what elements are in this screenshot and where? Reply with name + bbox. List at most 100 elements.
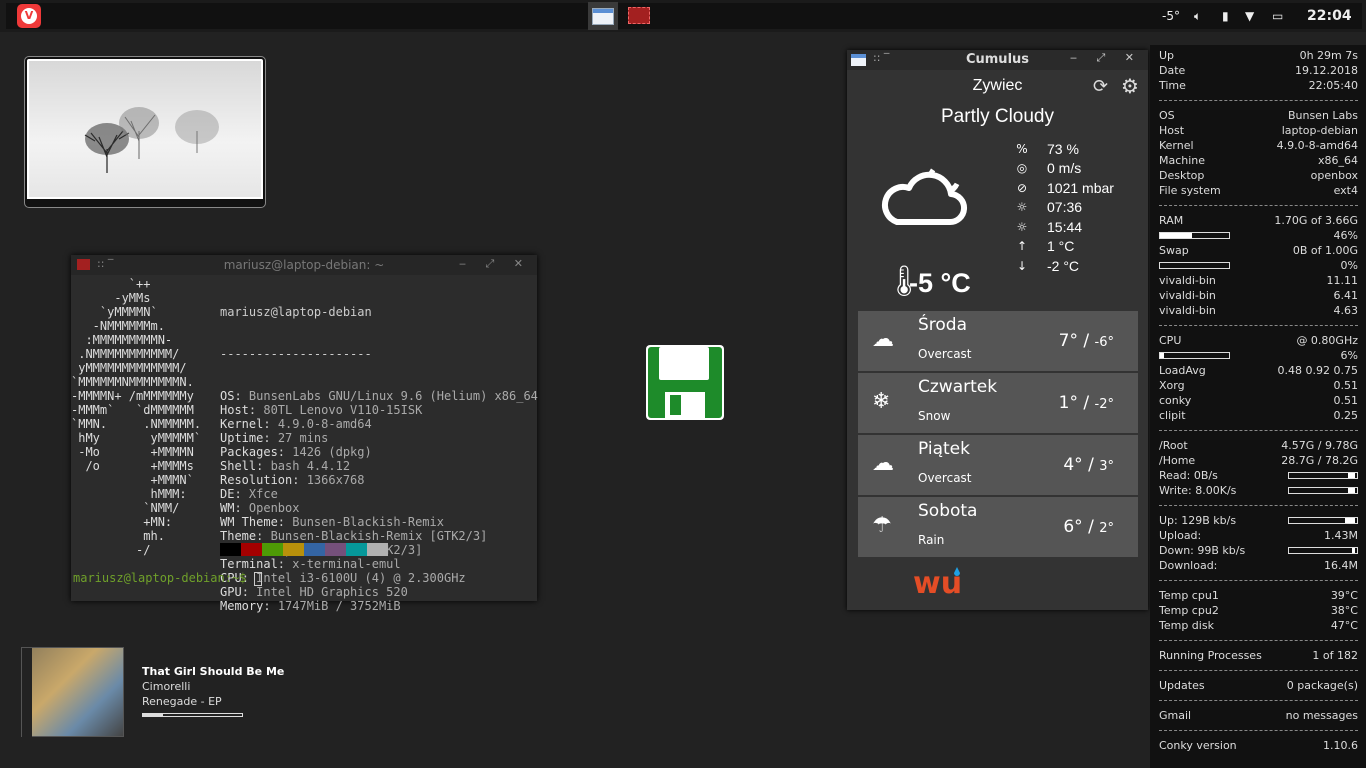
window-controls[interactable]: ‒ ⤢ ✕ [459, 257, 531, 271]
divider-dashes: --------------------- [220, 347, 372, 361]
forecast-high: 6° [1063, 517, 1083, 537]
conky-row: Updates 0 package(s) [1159, 678, 1358, 693]
window-controls[interactable]: ‒ ⤢ ✕ [1070, 51, 1142, 65]
refresh-icon[interactable]: ⟳ [1093, 76, 1108, 97]
info-value: bash 4.4.12 [270, 459, 351, 473]
conky-label: Up: 129B kb/s [1159, 514, 1237, 527]
volume-icon[interactable]: 🔈︎ [1194, 3, 1201, 29]
conky-value: 4.9.0-8-amd64 [1276, 139, 1358, 152]
conky-label: Temp cpu2 [1159, 604, 1219, 617]
task-cumulus-window[interactable] [588, 2, 618, 30]
conky-row: Gmail no messages [1159, 708, 1358, 723]
info-line: OS: BunsenLabs GNU/Linux 9.6 (Helium) x8… [220, 389, 538, 403]
info-line: Memory: 1747MiB / 3752MiB [220, 599, 401, 613]
terminal-window[interactable]: :: ‾ mariusz@laptop-debian: ~ ‒ ⤢ ✕ `++ … [71, 255, 538, 613]
conky-value: laptop-debian [1281, 124, 1358, 137]
info-value: Intel HD Graphics 520 [256, 585, 408, 599]
terminal-titlebar[interactable]: :: ‾ mariusz@laptop-debian: ~ ‒ ⤢ ✕ [71, 255, 537, 275]
info-line: Uptime: 27 mins [220, 431, 329, 445]
forecast-condition: Overcast [918, 471, 972, 485]
track-progress-bar[interactable] [142, 713, 243, 717]
conky-label: Gmail [1159, 709, 1192, 722]
conky-value: 46% [1333, 229, 1358, 242]
cumulus-weather-window[interactable]: :: ‾ Cumulus ‒ ⤢ ✕ Zywiec ⟳ ⚙ Partly Clo… [847, 50, 1148, 610]
conky-row: 0% [1159, 258, 1358, 273]
conky-value: 0.25 [1333, 409, 1359, 422]
conky-row: Up: 129B kb/s [1159, 513, 1358, 528]
conky-separator [1159, 640, 1358, 641]
conky-label: /Root [1159, 439, 1188, 452]
conky-separator [1159, 205, 1358, 206]
cumulus-titlebar[interactable]: :: ‾ Cumulus ‒ ⤢ ✕ [847, 50, 1148, 70]
floppy-save-icon[interactable] [645, 344, 725, 421]
current-condition: Partly Cloudy [941, 106, 1054, 127]
conky-value: 11.11 [1326, 274, 1359, 287]
conky-value: 16.4M [1324, 559, 1358, 572]
battery-icon[interactable]: ▮ [1222, 3, 1229, 29]
tray-temperature[interactable]: -5° [1162, 3, 1180, 29]
clipboard-icon[interactable]: ▭ [1272, 3, 1283, 29]
conky-value: 4.57G / 9.78G [1281, 439, 1358, 452]
wind-icon: ◎ [1016, 161, 1028, 175]
color-swatch [367, 543, 388, 556]
conky-row: clipit 0.25 [1159, 408, 1358, 423]
album-cover[interactable] [21, 647, 124, 738]
conky-row: Write: 8.00K/s [1159, 483, 1358, 498]
conky-value: 1.70G of 3.66G [1274, 214, 1358, 227]
conky-label: Temp disk [1159, 619, 1214, 632]
conky-row: RAM 1.70G of 3.66G [1159, 213, 1358, 228]
shell-prompt[interactable]: mariusz@laptop-debian:~$ [73, 571, 262, 586]
forecast-day-card[interactable]: ☁ Środa Overcast 7° / -6° [858, 311, 1138, 371]
conky-row: Temp cpu2 38°C [1159, 603, 1358, 618]
conky-label: Machine [1159, 154, 1206, 167]
info-key: Resolution [220, 473, 293, 487]
forecast-day-card[interactable]: ☁ Piątek Overcast 4° / 3° [858, 435, 1138, 495]
info-value: x-terminal-emul [292, 557, 401, 571]
conky-row: LoadAvg 0.48 0.92 0.75 [1159, 363, 1358, 378]
conky-label: CPU [1159, 334, 1182, 347]
info-value: BunsenLabs GNU/Linux 9.6 (Helium) x86_64 [248, 389, 538, 403]
conky-row: Temp cpu1 39°C [1159, 588, 1358, 603]
conky-row: vivaldi-bin 6.41 [1159, 288, 1358, 303]
conky-row: 46% [1159, 228, 1358, 243]
conky-value: 1 of 182 [1312, 649, 1358, 662]
conky-label: vivaldi-bin [1159, 289, 1216, 302]
conky-separator [1159, 100, 1358, 101]
conky-label: Upload: [1159, 529, 1202, 542]
weather-detail-value: 73 % [1047, 141, 1079, 157]
info-value: Bunsen-Blackish-Remix [292, 515, 444, 529]
info-key: WM [220, 501, 235, 515]
current-temperature: -5 °C [909, 268, 971, 298]
color-swatch [220, 543, 241, 556]
snow-cloud-icon: ❄ [872, 389, 891, 414]
forecast-day-card[interactable]: ☂ Sobota Rain 6° / 2° [858, 497, 1138, 557]
conky-value: Bunsen Labs [1287, 109, 1358, 122]
conky-value: 6% [1340, 349, 1358, 362]
forecast-low: -2° [1094, 397, 1114, 412]
color-swatch [304, 543, 325, 556]
clock[interactable]: 22:04 [1307, 3, 1352, 29]
task-terminal-window[interactable] [628, 7, 650, 24]
info-key: Shell [220, 459, 257, 473]
color-swatch [325, 543, 346, 556]
info-value: Xfce [248, 487, 278, 501]
forecast-day-card[interactable]: ❄ Czwartek Snow 1° / -2° [858, 373, 1138, 433]
wifi-icon[interactable]: ▼ [1245, 3, 1254, 29]
humidity-icon: % [1016, 142, 1028, 156]
forecast-low: 2° [1099, 521, 1114, 536]
settings-gear-icon[interactable]: ⚙ [1121, 74, 1139, 98]
conky-value: 22:05:40 [1308, 79, 1358, 92]
conky-row: Temp disk 47°C [1159, 618, 1358, 633]
cloud-icon: ☁ [872, 327, 894, 352]
info-value: 4.9.0-8-amd64 [277, 417, 372, 431]
wallpaper-preview[interactable] [25, 57, 265, 207]
neofetch-info: mariusz@laptop-debian ------------------… [220, 277, 538, 641]
conky-label: /Home [1159, 454, 1196, 467]
conky-label: RAM [1159, 214, 1184, 227]
color-swatch [262, 543, 283, 556]
vivaldi-launcher-icon[interactable]: V [17, 4, 41, 28]
info-line: Resolution: 1366x768 [220, 473, 365, 487]
system-tray: -5° 🔈︎ ▮ ▼ ▭ 22:04 [1156, 3, 1362, 29]
conky-row: Desktop openbox [1159, 168, 1358, 183]
sunrise-icon: ☼ [1016, 200, 1028, 214]
